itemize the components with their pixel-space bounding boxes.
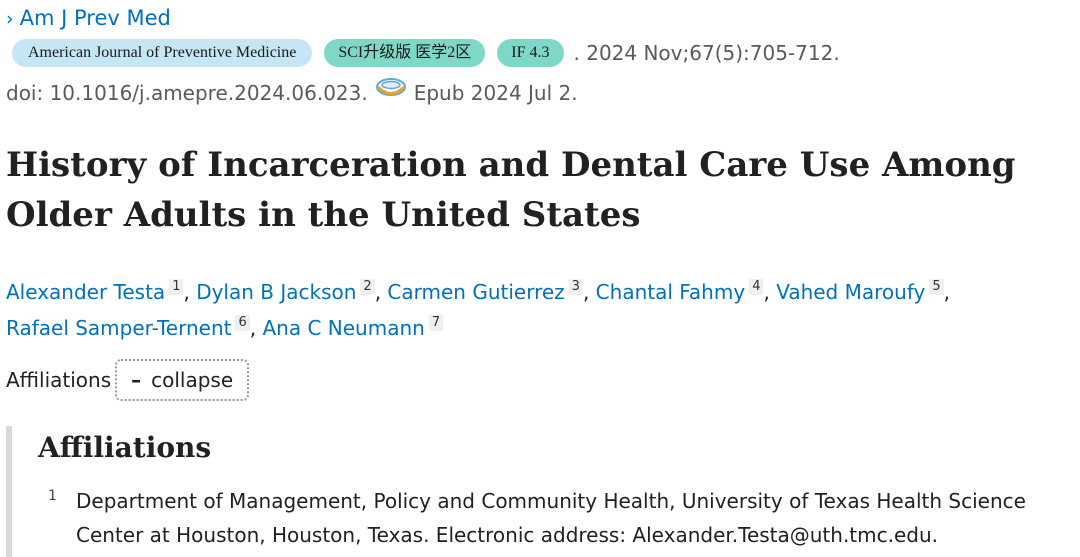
doi-row: doi: 10.1016/j.amepre.2024.06.023. Epub …	[6, 78, 578, 108]
epub-date: Epub 2024 Jul 2.	[413, 81, 578, 105]
author-link[interactable]: Alexander Testa	[6, 280, 165, 304]
author-link[interactable]: Carmen Gutierrez	[387, 280, 564, 304]
affiliation-ref[interactable]: 5	[929, 279, 944, 295]
sci-rank-badge[interactable]: SCI升级版 医学2区	[324, 39, 486, 67]
free-pmc-icon	[374, 76, 408, 100]
minus-icon: –	[131, 368, 142, 392]
citation-text: . 2024 Nov;67(5):705-712.	[573, 41, 840, 65]
affiliations-label: Affiliations	[6, 368, 112, 392]
affiliation-ref[interactable]: 3	[568, 279, 583, 295]
affiliation-ref[interactable]: 7	[428, 315, 444, 331]
collapse-affiliations-button[interactable]: – collapse	[115, 359, 250, 401]
journal-abbrev: Am J Prev Med	[19, 6, 171, 30]
affiliation-ref[interactable]: 4	[749, 279, 764, 295]
author-link[interactable]: Chantal Fahmy	[596, 280, 746, 304]
affiliations-panel: Affiliations 1 Department of Management,…	[6, 426, 1080, 557]
author-link[interactable]: Rafael Samper-Ternent	[6, 316, 231, 340]
affiliation-text: Department of Management, Policy and Com…	[76, 489, 1026, 547]
affiliation-item: 1 Department of Management, Policy and C…	[48, 484, 1078, 552]
chevron-right-icon: ›	[6, 8, 14, 30]
author-link[interactable]: Dylan B Jackson	[196, 280, 356, 304]
affiliations-heading: Affiliations	[38, 431, 212, 464]
journal-link[interactable]: › Am J Prev Med	[6, 4, 171, 33]
author-list: Alexander Testa 1, Dylan B Jackson 2, Carm…	[6, 279, 950, 340]
article-title: History of Incarceration and Dental Care…	[6, 145, 1016, 235]
affiliation-ref[interactable]: 1	[169, 279, 184, 295]
author-link[interactable]: Vahed Maroufy	[776, 280, 925, 304]
affiliations-toggle-row: Affiliations – collapse	[6, 359, 250, 401]
journal-name-badge[interactable]: American Journal of Preventive Medicine	[12, 39, 313, 67]
affiliation-ref[interactable]: 2	[360, 279, 375, 295]
journal-meta-row: American Journal of Preventive Medicine …	[12, 38, 840, 68]
affiliation-number: 1	[48, 488, 57, 504]
collapse-label: collapse	[151, 368, 234, 392]
doi-text: doi: 10.1016/j.amepre.2024.06.023.	[6, 81, 368, 105]
author-link[interactable]: Ana C Neumann	[262, 316, 424, 340]
affiliation-ref[interactable]: 6	[235, 315, 250, 331]
impact-factor-badge[interactable]: IF 4.3	[497, 39, 564, 67]
